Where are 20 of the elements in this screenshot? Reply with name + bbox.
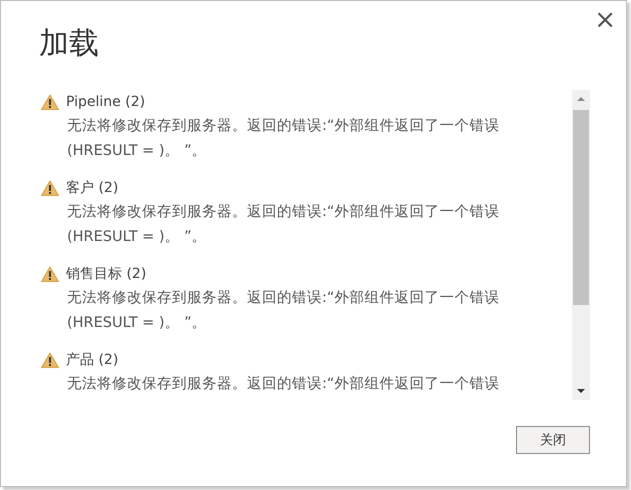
close-dialog-button[interactable]: 关闭 xyxy=(516,426,590,454)
error-message: (HRESULT = )。 ”。 xyxy=(66,228,208,247)
close-button[interactable]: × xyxy=(594,7,616,33)
warning-icon xyxy=(41,352,59,368)
error-message: 无法将修改保存到服务器。返回的错误:“外部组件返回了一个错误 xyxy=(66,202,500,222)
scrollbar[interactable] xyxy=(572,90,590,400)
scrollbar-thumb[interactable] xyxy=(573,110,589,305)
item-title: 客户 (2) xyxy=(66,179,118,197)
error-message: 无法将修改保存到服务器。返回的错误:“外部组件返回了一个错误 xyxy=(66,288,500,308)
error-message: (HRESULT = )。 ”。 xyxy=(66,314,208,333)
item-title: 产品 (2) xyxy=(66,351,118,369)
item-title: Pipeline (2) xyxy=(66,94,146,110)
warning-icon xyxy=(41,266,59,282)
error-message: 无法将修改保存到服务器。返回的错误:“外部组件返回了一个错误 xyxy=(66,374,500,394)
warning-icon xyxy=(41,94,59,110)
window-title: 加载 xyxy=(39,25,99,63)
error-message: 无法将修改保存到服务器。返回的错误:“外部组件返回了一个错误 xyxy=(66,116,500,136)
item-title: 销售目标 (2) xyxy=(66,265,146,283)
error-message: (HRESULT = )。 ”。 xyxy=(66,142,208,161)
warning-icon xyxy=(41,180,59,196)
